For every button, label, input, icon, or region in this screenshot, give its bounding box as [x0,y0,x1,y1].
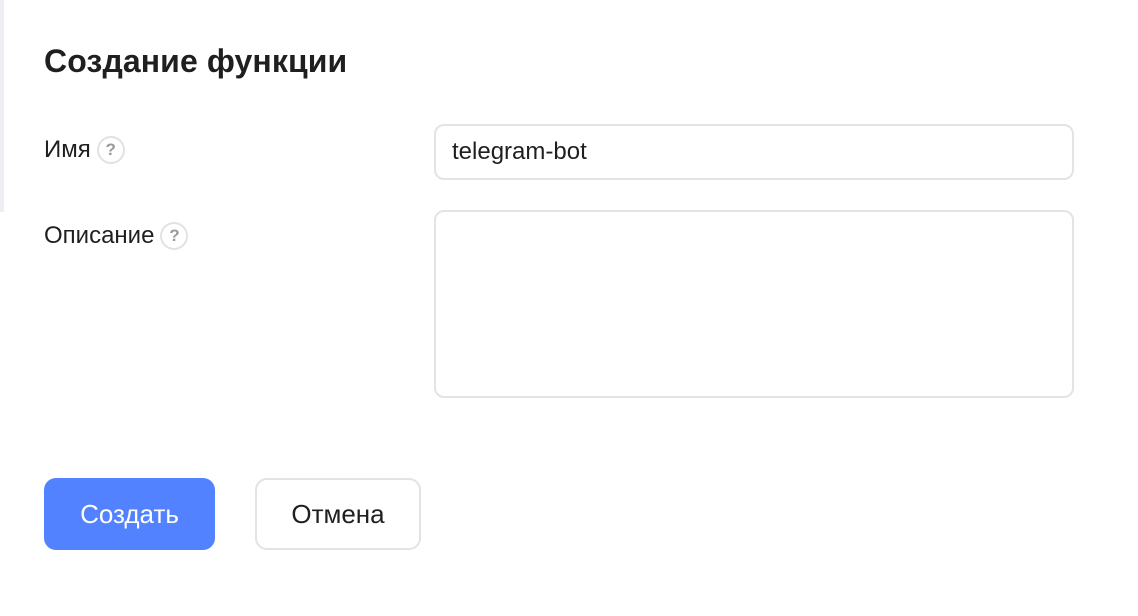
dialog-title: Создание функции [44,43,348,79]
description-field-label-row: Описание ? [44,222,189,250]
name-field-label-row: Имя ? [44,136,125,164]
cancel-button[interactable]: Отмена [255,478,421,550]
create-button[interactable]: Создать [44,478,215,550]
description-field-label: Описание [44,222,155,249]
description-textarea[interactable] [434,210,1074,398]
name-field-label: Имя [44,136,91,163]
description-help-icon[interactable]: ? [160,222,189,250]
name-help-icon[interactable]: ? [96,136,125,164]
create-function-dialog: Создание функции Имя ? Описание ? Создат… [0,0,1138,616]
name-input[interactable] [434,124,1074,180]
